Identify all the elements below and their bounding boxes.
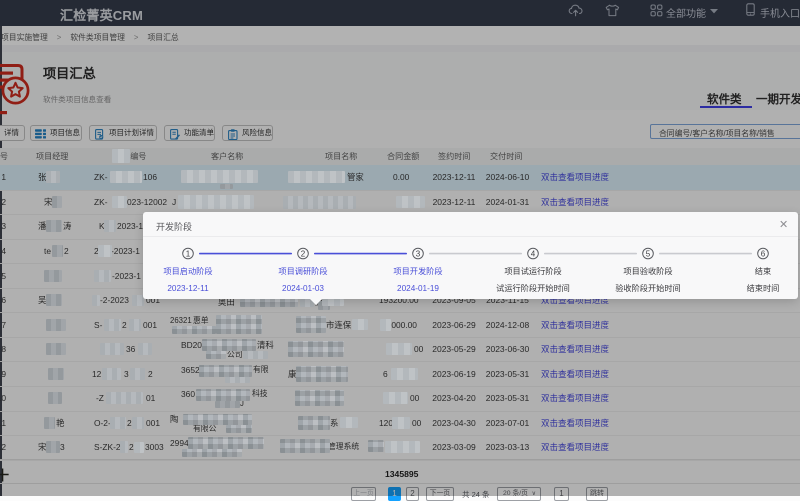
svg-text:4: 4	[531, 249, 536, 258]
svg-text:5: 5	[646, 249, 651, 258]
svg-text:6: 6	[761, 249, 766, 258]
svg-text:2: 2	[301, 249, 306, 258]
svg-text:3: 3	[416, 249, 421, 258]
svg-text:1: 1	[186, 249, 191, 258]
